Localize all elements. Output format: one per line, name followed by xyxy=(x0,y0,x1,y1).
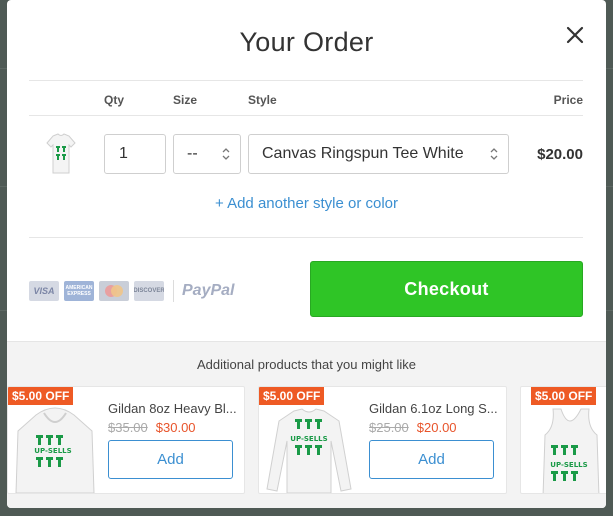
discover-card-icon: DISCOVER xyxy=(134,281,164,301)
sale-price: $20.00 xyxy=(416,420,457,435)
section-divider xyxy=(29,237,583,238)
style-select[interactable]: Canvas Ringspun Tee White xyxy=(248,134,509,174)
discount-badge: $5.00 OFF xyxy=(8,387,74,405)
upsell-product-card: $5.00 OFF UP-SELLS Gildan 6.1oz Long S..… xyxy=(258,386,507,494)
amex-card-icon: AMERICAN EXPRESS xyxy=(64,281,94,301)
add-product-button[interactable]: Add xyxy=(369,440,494,479)
add-style-link[interactable]: + Add another style or color xyxy=(7,195,606,212)
old-price: $35.00 xyxy=(108,420,148,435)
upsells-logo-text: UP-SELLS xyxy=(34,447,71,455)
payment-methods: VISA AMERICAN EXPRESS DISCOVER PayPal xyxy=(29,280,234,302)
line-price: $20.00 xyxy=(537,146,583,163)
paypal-logo: PayPal xyxy=(182,282,235,299)
order-modal: Your Order Qty Size Style Price 1 -- Can… xyxy=(7,0,606,508)
upsells-logo-text: UP-SELLS xyxy=(550,461,587,469)
upsell-section: Additional products that you might like … xyxy=(7,341,606,508)
style-value: Canvas Ringspun Tee White xyxy=(262,145,464,162)
upsell-product-card: $5.00 OFF UP-SELLS Gildan 8oz Heavy Bl..… xyxy=(7,386,245,494)
modal-title: Your Order xyxy=(239,27,374,57)
size-value: -- xyxy=(187,145,198,162)
header-divider xyxy=(29,80,583,81)
close-icon[interactable] xyxy=(564,24,586,46)
upsell-title: Additional products that you might like xyxy=(197,357,416,372)
select-caret-icon xyxy=(222,148,230,160)
upsell-product-card: $5.00 OFF UP-SELLS xyxy=(520,386,606,494)
product-prices: $25.00 $20.00 xyxy=(369,420,457,435)
longsleeve-image: UP-SELLS xyxy=(266,408,352,493)
product-name: Gildan 6.1oz Long S... xyxy=(369,401,498,416)
qty-value: 1 xyxy=(119,145,128,162)
checkout-button[interactable]: Checkout xyxy=(310,261,583,317)
old-price: $25.00 xyxy=(369,420,409,435)
qty-header: Qty xyxy=(104,93,125,107)
tanktop-image: UP-SELLS xyxy=(542,408,600,493)
visa-card-icon: VISA xyxy=(29,281,59,301)
size-header: Size xyxy=(173,93,198,107)
price-header: Price xyxy=(553,93,583,107)
upsells-logo-text: UP-SELLS xyxy=(290,435,327,443)
hoodie-image: UP-SELLS xyxy=(15,407,95,493)
discount-badge: $5.00 OFF xyxy=(531,387,597,405)
mastercard-card-icon xyxy=(99,281,129,301)
payment-separator xyxy=(173,280,174,302)
product-name: Gildan 8oz Heavy Bl... xyxy=(108,401,237,416)
add-product-button[interactable]: Add xyxy=(108,440,233,479)
qty-input[interactable]: 1 xyxy=(104,134,166,174)
tshirt-thumbnail xyxy=(44,131,78,177)
product-prices: $35.00 $30.00 xyxy=(108,420,196,435)
style-header: Style xyxy=(248,93,277,107)
discount-badge: $5.00 OFF xyxy=(259,387,325,405)
sale-price: $30.00 xyxy=(155,420,196,435)
select-caret-icon xyxy=(490,148,498,160)
row-divider xyxy=(29,115,583,116)
size-select[interactable]: -- xyxy=(173,134,241,174)
